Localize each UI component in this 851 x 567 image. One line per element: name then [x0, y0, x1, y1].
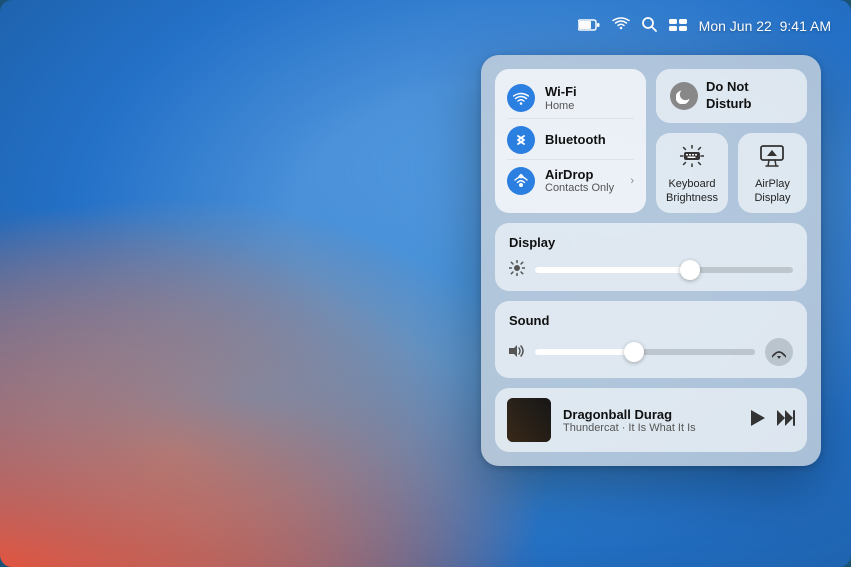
keyboard-brightness-label: Keyboard Brightness — [666, 177, 718, 206]
airdrop-name: AirDrop — [545, 167, 620, 183]
airdrop-text: AirDrop Contacts Only — [545, 167, 620, 196]
display-slider-fill — [535, 267, 690, 273]
top-grid: Wi-Fi Home Bluetooth — [495, 69, 807, 213]
menubar-search-icon[interactable] — [642, 17, 657, 36]
airdrop-arrow-icon: › — [630, 175, 634, 187]
sound-section: Sound — [495, 301, 807, 378]
wifi-name: Wi-Fi — [545, 84, 634, 100]
album-art — [507, 398, 551, 442]
keyboard-brightness-icon — [680, 145, 704, 172]
airplay-display-label: AirPlay Display — [754, 177, 790, 206]
display-slider-track[interactable] — [535, 267, 793, 273]
now-playing-info: Dragonball Durag Thundercat · It Is What… — [563, 407, 739, 434]
keyboard-brightness-tile[interactable]: Keyboard Brightness — [656, 133, 728, 214]
sound-label: Sound — [509, 313, 793, 328]
display-label: Display — [509, 235, 793, 250]
sound-volume-icon — [509, 344, 525, 361]
menubar-datetime: Mon Jun 22 9:41 AM — [699, 18, 831, 34]
right-tiles: Do Not Disturb — [656, 69, 807, 213]
wifi-sub: Home — [545, 100, 634, 113]
wifi-icon — [507, 84, 535, 112]
display-slider-row — [509, 260, 793, 279]
battery-icon[interactable] — [578, 18, 600, 35]
wifi-row[interactable]: Wi-Fi Home — [507, 79, 634, 119]
airplay-display-tile[interactable]: AirPlay Display — [738, 133, 807, 214]
bluetooth-text: Bluetooth — [545, 132, 634, 148]
menubar-wifi-icon[interactable] — [612, 17, 630, 35]
sound-slider-thumb[interactable] — [624, 342, 644, 362]
menubar-control-center-icon[interactable] — [669, 18, 687, 35]
skip-forward-button[interactable] — [777, 410, 795, 431]
wifi-text: Wi-Fi Home — [545, 84, 634, 113]
sound-airplay-button[interactable] — [765, 338, 793, 366]
play-button[interactable] — [751, 410, 765, 431]
bluetooth-row[interactable]: Bluetooth — [507, 121, 634, 160]
control-center-panel: Wi-Fi Home Bluetooth — [481, 55, 821, 466]
airdrop-sub: Contacts Only — [545, 182, 620, 195]
bluetooth-icon — [507, 126, 535, 154]
network-tile: Wi-Fi Home Bluetooth — [495, 69, 646, 213]
do-not-disturb-tile[interactable]: Do Not Disturb — [656, 69, 807, 123]
now-playing-title: Dragonball Durag — [563, 407, 739, 422]
airdrop-icon — [507, 167, 535, 195]
bluetooth-name: Bluetooth — [545, 132, 634, 148]
playback-controls — [751, 410, 795, 431]
sound-slider-fill — [535, 349, 634, 355]
sound-slider-track[interactable] — [535, 349, 755, 355]
now-playing-section: Dragonball Durag Thundercat · It Is What… — [495, 388, 807, 452]
display-slider-thumb[interactable] — [680, 260, 700, 280]
small-tiles: Keyboard Brightness — [656, 133, 807, 214]
display-brightness-icon — [509, 260, 525, 279]
display-section: Display — [495, 223, 807, 291]
now-playing-artist: Thundercat · It Is What It Is — [563, 422, 739, 434]
airplay-display-icon — [760, 145, 784, 172]
menubar: Mon Jun 22 9:41 AM — [0, 0, 851, 52]
do-not-disturb-label: Do Not Disturb — [706, 79, 752, 113]
sound-slider-row — [509, 338, 793, 366]
do-not-disturb-icon — [670, 82, 698, 110]
airdrop-row[interactable]: AirDrop Contacts Only › — [507, 162, 634, 201]
